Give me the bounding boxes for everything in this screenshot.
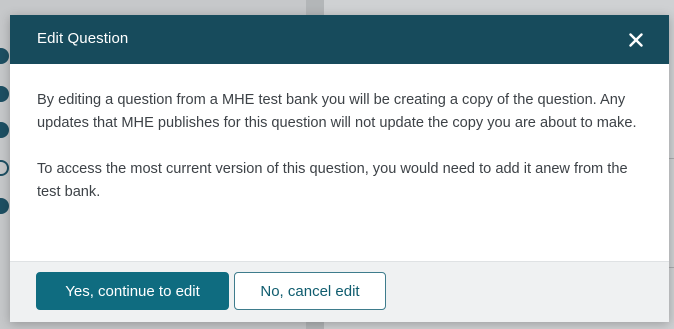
close-button[interactable] bbox=[625, 29, 647, 51]
background-marker bbox=[0, 160, 9, 176]
continue-edit-button[interactable]: Yes, continue to edit bbox=[36, 272, 229, 310]
edit-question-dialog: Edit Question By editing a question from… bbox=[10, 15, 669, 322]
cancel-edit-button[interactable]: No, cancel edit bbox=[234, 272, 386, 310]
background-marker bbox=[0, 122, 9, 138]
dialog-body: By editing a question from a MHE test ba… bbox=[37, 89, 647, 204]
dialog-message-copy-warning: By editing a question from a MHE test ba… bbox=[37, 92, 637, 131]
dialog-message-current-version: To access the most current version of th… bbox=[37, 161, 628, 200]
dialog-header: Edit Question bbox=[10, 15, 669, 64]
dialog-footer: Yes, continue to edit No, cancel edit bbox=[10, 261, 669, 322]
dialog-title: Edit Question bbox=[37, 30, 129, 47]
background-marker bbox=[0, 48, 9, 64]
close-icon bbox=[629, 33, 643, 47]
background-marker bbox=[0, 198, 9, 214]
background-marker bbox=[0, 86, 9, 102]
